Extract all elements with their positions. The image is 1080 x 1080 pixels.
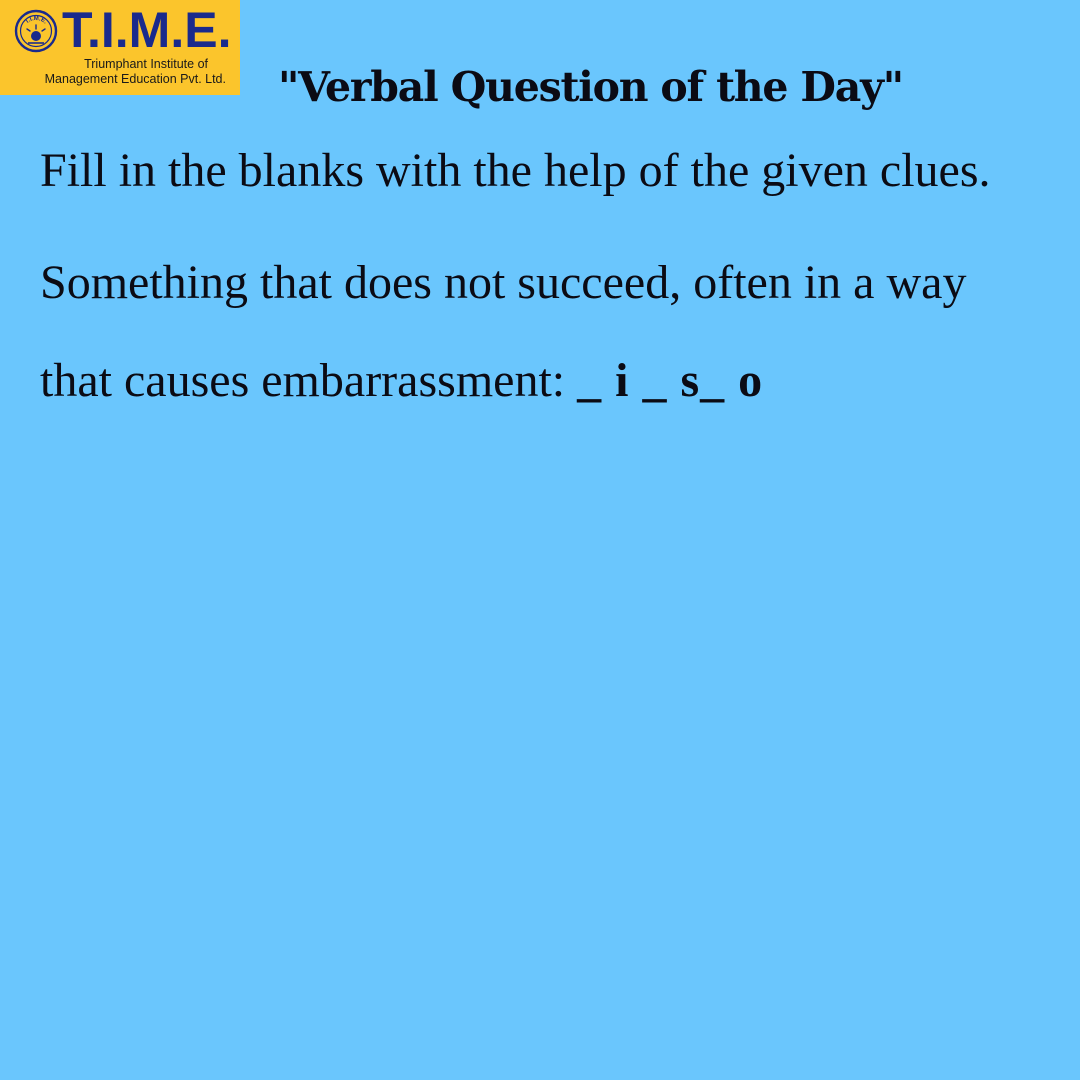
time-emblem-icon: T.I.M.E.: [14, 9, 58, 53]
question-instruction: Fill in the blanks with the help of the …: [40, 144, 991, 197]
answer-pattern: _ i _ s_ o: [577, 354, 764, 407]
brand-logo: T.I.M.E. T.I.M.E. Triumphant Institute o…: [0, 0, 240, 95]
brand-tagline-line1: Triumphant Institute of: [84, 57, 208, 71]
question-clue: Something that does not succeed, often i…: [40, 256, 967, 407]
brand-wordmark: T.I.M.E.: [62, 2, 232, 58]
question-body: Fill in the blanks with the help of the …: [40, 122, 1040, 430]
brand-tagline-line2: Management Education Pvt. Ltd.: [44, 72, 226, 86]
page-title: "Verbal Question of the Day": [278, 63, 904, 112]
brand-tagline: Triumphant Institute of Management Educa…: [0, 57, 240, 87]
question-clue-paragraph: Something that does not succeed, often i…: [40, 234, 1040, 430]
